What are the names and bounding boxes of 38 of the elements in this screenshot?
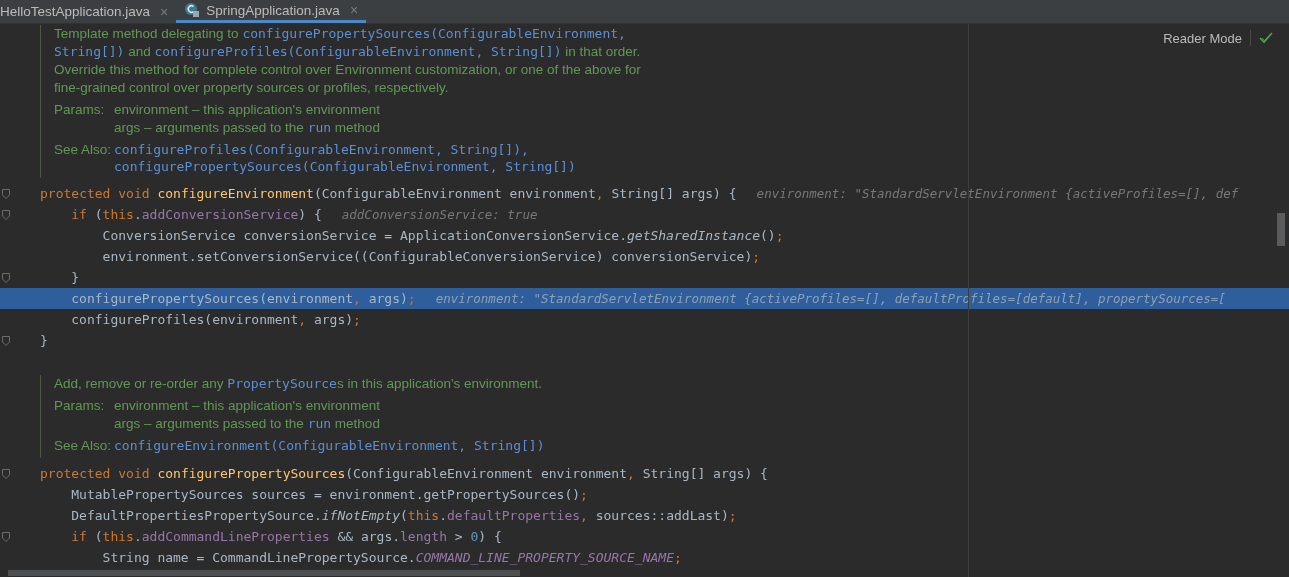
inlay-hint: addConversionService: true: [341, 207, 538, 222]
see-also-label: See Also:: [54, 437, 113, 455]
doc-text: String[]) and configureProfiles(ConfigurableEnvironment, String[]) in that order.: [54, 43, 642, 61]
doc-text: Add, remove or re-order any PropertySources in this application's environment.: [54, 375, 544, 393]
param-description: environment – this application's environment: [114, 101, 380, 119]
code-text: String name = CommandLinePropertySource.COMMAND_LINE_PROPERTY_SOURCE_NAME;: [102, 550, 682, 565]
close-icon[interactable]: ×: [349, 2, 359, 18]
doc-text: fine-grained control over property sources or profiles, respectively.: [54, 79, 450, 97]
params-label: Params:: [54, 101, 106, 119]
doc-text: Template method delegating to configurePropertySources(ConfigurableEnvironment,: [54, 25, 627, 43]
editor-tab[interactable]: HelloTestApplication.java ×: [0, 0, 177, 23]
code-text: configurePropertySources(environment, args);: [71, 291, 416, 306]
code-text: MutablePropertySources sources = environment.getPropertySources();: [71, 487, 588, 502]
editor-tab[interactable]: SpringApplication.java ×: [176, 0, 367, 23]
code-text: }: [71, 270, 80, 285]
code-text: protected void configurePropertySources(ConfigurableEnvironment environment, String[] args) {: [40, 466, 768, 481]
doc-text: Override this method for complete control over Environment customization, or one of the above for: [54, 61, 642, 79]
doc-link[interactable]: configurePropertySources(ConfigurableEnvironment, String[]): [114, 159, 576, 174]
doc-link[interactable]: configureEnvironment(ConfigurableEnvironment, String[]): [114, 438, 545, 453]
code-text: if (this.addConversionService) {: [71, 207, 322, 222]
param-description: args – arguments passed to the run method: [114, 415, 380, 433]
inlay-hint: environment: "StandardServletEnvironment {activeProfiles=[], def: [756, 186, 1239, 201]
params-label: Params:: [54, 397, 106, 415]
code-text: environment.setConversionService((ConfigurableConversionService) conversionService);: [102, 249, 761, 264]
reader-mode-button[interactable]: Reader Mode: [1163, 30, 1242, 46]
tab-label: HelloTestApplication.java: [0, 4, 151, 19]
param-description: environment – this application's environment: [114, 397, 380, 415]
code-text: configureProfiles(environment, args);: [71, 312, 361, 327]
doc-link[interactable]: configureProfiles(ConfigurableEnvironment, String[]),: [114, 142, 529, 157]
code-text: DefaultPropertiesPropertySource.ifNotEmpty(this.defaultProperties, sources::addLast);: [71, 508, 737, 523]
code-text: ConversionService conversionService = ApplicationConversionService.getSharedInstance();: [102, 228, 784, 243]
param-description: args – arguments passed to the run method: [114, 119, 380, 137]
close-icon[interactable]: ×: [160, 3, 169, 20]
code-text: }: [40, 333, 48, 348]
tab-label: SpringApplication.java: [206, 2, 340, 18]
see-also-label: See Also:: [54, 141, 113, 159]
code-text: if (this.addCommandLineProperties && args.length > 0) {: [71, 529, 502, 544]
code-text: protected void configureEnvironment(ConfigurableEnvironment environment, String[] args) {: [40, 186, 737, 201]
